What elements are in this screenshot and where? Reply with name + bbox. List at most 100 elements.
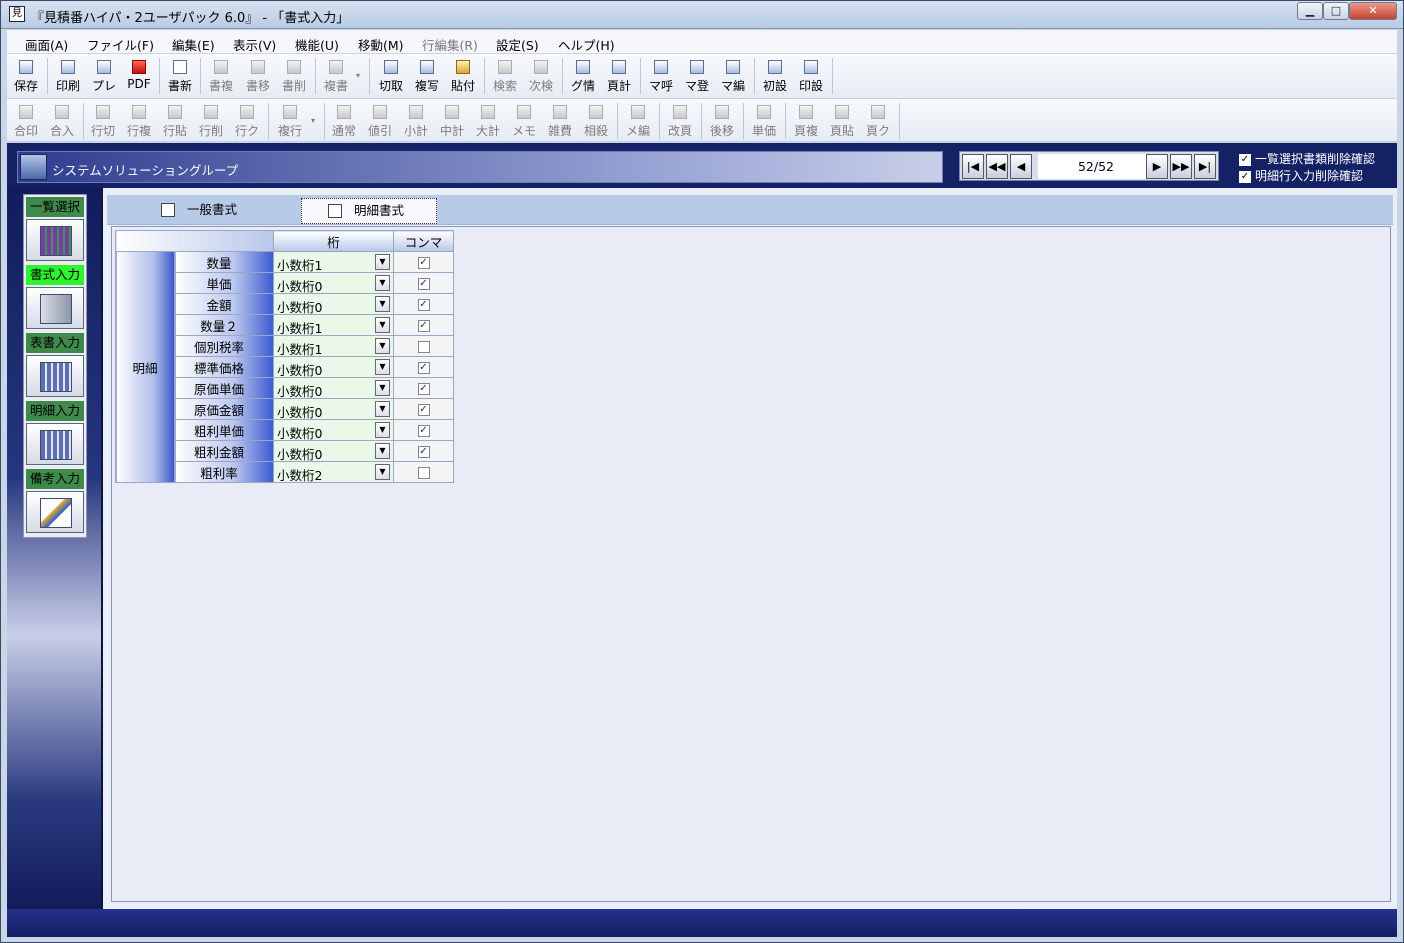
tab-general-format[interactable]: 一般書式 [161,198,301,224]
tb-move-after-button[interactable]: 後移 [705,102,739,140]
first-record-button[interactable]: |◀ [962,154,984,179]
digit-select[interactable]: 小数桁0 ▼ [273,398,394,420]
tb-page-paste-button[interactable]: 頁貼 [825,102,859,140]
chevron-down-icon[interactable]: ▼ [375,359,390,375]
prev-page-button[interactable]: ◀◀ [986,154,1008,179]
tb-search-button[interactable]: 検索 [488,57,522,95]
confirm-list-delete-checkbox[interactable]: ✓ 一覧選択書類削除確認 [1239,150,1375,167]
chevron-down-icon[interactable]: ▼ [375,338,390,354]
last-record-button[interactable]: ▶| [1194,154,1216,179]
chevron-down-icon[interactable]: ▼ [375,380,390,396]
group-panel[interactable]: システムソリューショングループ [17,151,943,183]
chevron-down-icon[interactable]: ▼ [375,275,390,291]
tb-row-paste-button[interactable]: 行貼 [158,102,192,140]
tb-duplicate-doc-button[interactable]: 複書 [319,57,353,95]
digit-select[interactable]: 小数桁1 ▼ [273,314,394,336]
tb-memo-button[interactable]: メモ [507,102,541,140]
comma-checkbox[interactable]: ✓ [417,446,430,458]
tb-find-next-button[interactable]: 次検 [524,57,558,95]
tb-cut-button[interactable]: 切取 [374,57,408,95]
tb-discount-button[interactable]: 値引 [363,102,397,140]
tb-grandtotal-button[interactable]: 大計 [471,102,505,140]
tb-unit-price-button[interactable]: 単価 [747,102,781,140]
menu-move[interactable]: 移動(M) [358,35,404,54]
tb-subtotal-button[interactable]: 小計 [399,102,433,140]
digit-select[interactable]: 小数桁0 ▼ [273,440,394,462]
chevron-down-icon[interactable]: ▼ [375,254,390,270]
tb-page-break-button[interactable]: 改頁 [663,102,697,140]
duplicate-row-dropdown-arrow[interactable]: ▾ [307,102,319,140]
menu-row-edit[interactable]: 行編集(R) [422,35,478,54]
tb-copy-doc-button[interactable]: 書複 [204,57,238,95]
tb-initial-settings-button[interactable]: 初設 [758,57,792,95]
chevron-down-icon[interactable]: ▼ [375,401,390,417]
tb-page-copy-button[interactable]: 頁複 [789,102,823,140]
tb-master-register-button[interactable]: マ登 [680,57,714,95]
confirm-row-delete-checkbox[interactable]: ✓ 明細行入力削除確認 [1239,167,1363,184]
digit-select[interactable]: 小数桁0 ▼ [273,293,394,315]
comma-checkbox[interactable] [417,467,430,479]
tb-row-delete-button[interactable]: 行削 [194,102,228,140]
tb-delete-doc-button[interactable]: 書削 [277,57,311,95]
digit-select[interactable]: 小数桁2 ▼ [273,461,394,483]
tb-row-cut-button[interactable]: 行切 [86,102,120,140]
tb-paste-button[interactable]: 貼付 [446,57,480,95]
tb-new-doc-button[interactable]: 書新 [163,57,197,95]
tb-copy-button[interactable]: 複写 [410,57,444,95]
tb-row-clear-button[interactable]: 行ク [230,102,264,140]
duplicate-dropdown-arrow[interactable]: ▾ [352,57,364,95]
comma-checkbox[interactable]: ✓ [417,383,430,395]
chevron-down-icon[interactable]: ▼ [375,422,390,438]
menu-help[interactable]: ヘルプ(H) [558,35,615,54]
next-page-button[interactable]: ▶▶ [1170,154,1192,179]
next-record-button[interactable]: ▶ [1146,154,1168,179]
tb-preview-button[interactable]: プレ [87,57,121,95]
comma-checkbox[interactable] [417,341,430,353]
menu-view[interactable]: 表示(V) [233,35,276,54]
chevron-down-icon[interactable]: ▼ [375,443,390,459]
minimize-icon[interactable]: ▁ [1297,2,1323,20]
tb-master-edit-button[interactable]: マ編 [716,57,750,95]
chevron-down-icon[interactable]: ▼ [375,317,390,333]
menu-screen[interactable]: 画面(A) [25,35,68,54]
tb-memo-edit-button[interactable]: メ編 [621,102,655,140]
side-note-button[interactable] [26,491,84,533]
tb-page-total-button[interactable]: 頁計 [602,57,636,95]
app-icon[interactable]: 見 [9,6,25,22]
side-detail-button[interactable] [26,423,84,465]
tb-print-button[interactable]: 印刷 [51,57,85,95]
menu-function[interactable]: 機能(U) [295,35,339,54]
comma-checkbox[interactable]: ✓ [417,425,430,437]
comma-checkbox[interactable]: ✓ [417,257,430,269]
chevron-down-icon[interactable]: ▼ [375,464,390,480]
digit-select[interactable]: 小数桁0 ▼ [273,419,394,441]
menu-edit[interactable]: 編集(E) [172,35,215,54]
tb-duplicate-row-button[interactable]: 複行 [273,102,307,140]
digit-select[interactable]: 小数桁1 ▼ [273,251,394,273]
tb-row-copy-button[interactable]: 行複 [122,102,156,140]
side-format-button[interactable] [26,287,84,329]
chevron-down-icon[interactable]: ▼ [375,296,390,312]
comma-checkbox[interactable]: ✓ [417,278,430,290]
tb-master-call-button[interactable]: マ呼 [644,57,678,95]
comma-checkbox[interactable]: ✓ [417,299,430,311]
tb-merge-input-button[interactable]: 合入 [45,102,79,140]
tb-page-clear-button[interactable]: 頁ク [861,102,895,140]
menu-settings[interactable]: 設定(S) [496,35,539,54]
digit-select[interactable]: 小数桁1 ▼ [273,335,394,357]
tb-midtotal-button[interactable]: 中計 [435,102,469,140]
comma-checkbox[interactable]: ✓ [417,404,430,416]
side-cover-button[interactable] [26,355,84,397]
prev-record-button[interactable]: ◀ [1010,154,1032,179]
tb-group-info-button[interactable]: グ情 [566,57,600,95]
comma-checkbox[interactable]: ✓ [417,320,430,332]
maximize-icon[interactable]: □ [1323,2,1349,20]
tb-pdf-button[interactable]: PDF [122,57,156,95]
tb-move-doc-button[interactable]: 書移 [241,57,275,95]
tb-misc-cost-button[interactable]: 雑費 [543,102,577,140]
digit-select[interactable]: 小数桁0 ▼ [273,356,394,378]
tb-print-settings-button[interactable]: 印設 [794,57,828,95]
tb-merge-print-button[interactable]: 合印 [9,102,43,140]
side-list-button[interactable] [26,219,84,261]
tb-save-button[interactable]: 保存 [9,57,43,95]
